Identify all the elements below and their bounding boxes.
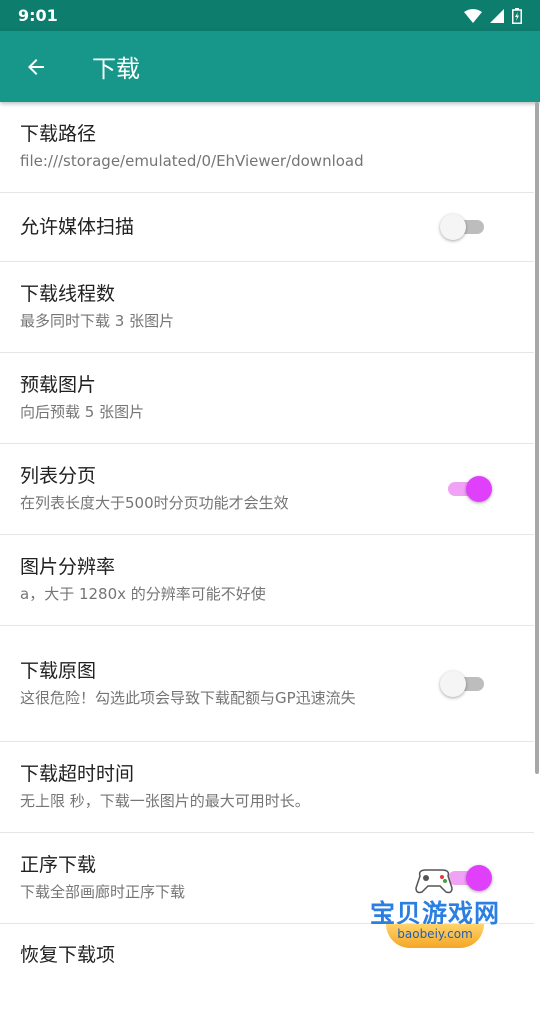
- signal-icon: [490, 8, 504, 23]
- setting-media-scan[interactable]: 允许媒体扫描: [0, 193, 534, 262]
- setting-download-timeout[interactable]: 下载超时时间 无上限 秒，下载一张图片的最大可用时长。: [0, 742, 534, 833]
- back-arrow-icon: [28, 58, 44, 75]
- setting-subtitle: a，大于 1280x 的分辨率可能不好使: [20, 585, 266, 603]
- status-icons: [464, 7, 522, 24]
- watermark-url: baobeiy.com: [386, 924, 484, 948]
- app-bar: 下载: [0, 31, 540, 102]
- setting-preload-images[interactable]: 预载图片 向后预载 5 张图片: [0, 353, 534, 444]
- setting-download-threads[interactable]: 下载线程数 最多同时下载 3 张图片: [0, 262, 534, 353]
- setting-title: 下载路径: [20, 123, 97, 145]
- setting-subtitle: 无上限 秒，下载一张图片的最大可用时长。: [20, 792, 310, 810]
- setting-title: 列表分页: [20, 465, 97, 487]
- watermark-logo: 宝贝游戏网 baobeiy.com: [364, 868, 506, 956]
- setting-title: 下载超时时间: [20, 763, 135, 785]
- setting-list-pagination[interactable]: 列表分页 在列表长度大于500时分页功能才会生效: [0, 444, 534, 535]
- setting-subtitle: file:///storage/emulated/0/EhViewer/down…: [20, 152, 364, 170]
- setting-title: 预载图片: [20, 374, 97, 396]
- setting-download-path[interactable]: 下载路径 file:///storage/emulated/0/EhViewer…: [0, 102, 534, 193]
- setting-download-original[interactable]: 下载原图 这很危险！勾选此项会导致下载配额与GP迅速流失: [0, 626, 534, 742]
- back-button[interactable]: [0, 31, 72, 102]
- gamepad-icon: [415, 869, 453, 894]
- battery-icon: [512, 7, 522, 24]
- setting-title: 允许媒体扫描: [20, 216, 135, 238]
- wifi-icon: [464, 8, 482, 23]
- setting-subtitle: 向后预载 5 张图片: [20, 403, 145, 421]
- list-pagination-switch[interactable]: [444, 476, 492, 502]
- page-title: 下载: [92, 55, 140, 83]
- setting-title: 下载线程数: [20, 283, 116, 305]
- setting-subtitle: 这很危险！勾选此项会导致下载配额与GP迅速流失: [20, 688, 356, 707]
- setting-title: 图片分辨率: [20, 556, 116, 578]
- media-scan-switch[interactable]: [440, 214, 488, 240]
- download-original-switch[interactable]: [440, 670, 488, 697]
- scrollbar[interactable]: [535, 102, 539, 774]
- setting-subtitle: 在列表长度大于500时分页功能才会生效: [20, 494, 289, 512]
- status-time: 9:01: [18, 6, 58, 25]
- setting-title: 下载原图: [20, 659, 97, 682]
- setting-subtitle: 最多同时下载 3 张图片: [20, 312, 175, 330]
- setting-image-resolution[interactable]: 图片分辨率 a，大于 1280x 的分辨率可能不好使: [0, 535, 534, 626]
- status-bar: 9:01: [0, 0, 540, 31]
